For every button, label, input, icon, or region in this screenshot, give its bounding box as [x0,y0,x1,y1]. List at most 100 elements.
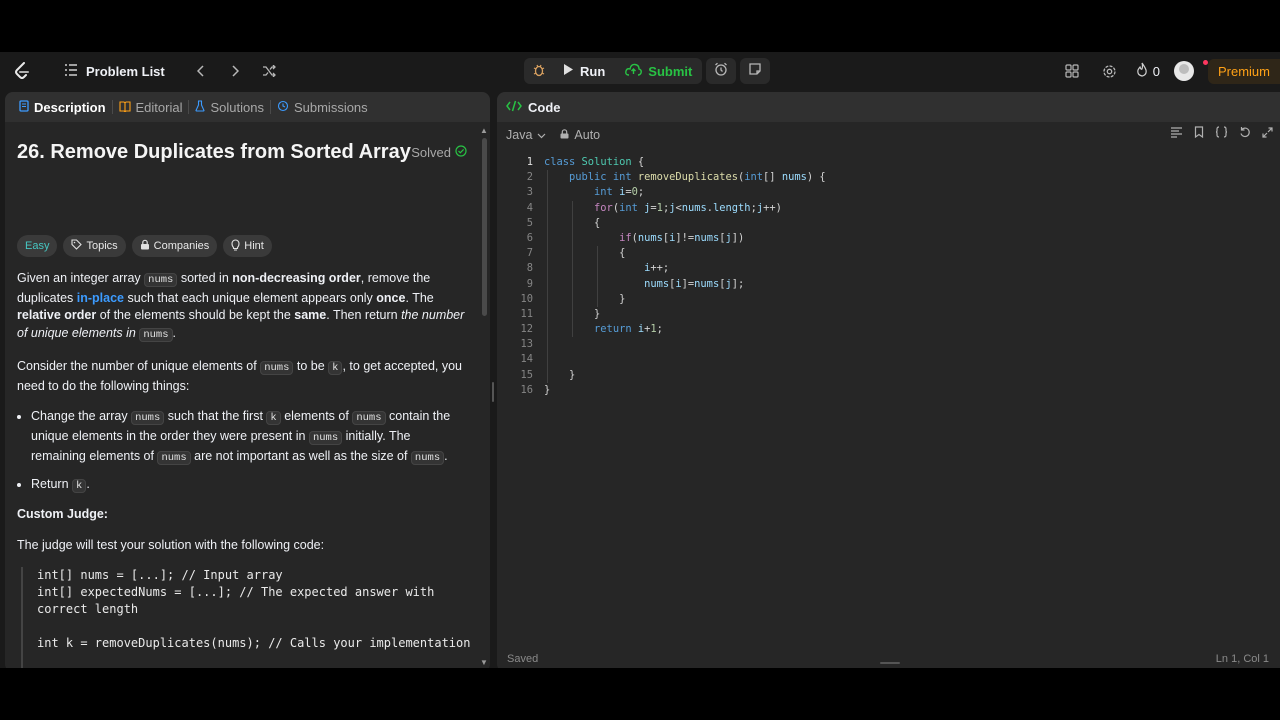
code-text: } [544,368,576,381]
flame-icon [1136,62,1148,80]
streak-count: 0 [1152,63,1160,79]
tab-editorial[interactable]: Editorial [113,100,189,115]
topics-tag[interactable]: Topics [63,235,126,257]
code-text: for(int j=1;j<nums.length;j++) [594,201,782,214]
tab-solutions-label: Solutions [210,99,264,115]
difficulty-badge: Easy [17,235,58,257]
description-content: 26. Remove Duplicates from Sorted Array … [5,122,479,668]
topics-label: Topics [86,240,118,252]
list-icon [64,63,78,79]
code-line: 10 } [497,292,1280,307]
line-number: 3 [526,186,533,199]
run-button[interactable]: Run [552,58,615,84]
solved-status: Solved [411,145,467,160]
code-text: if(nums[i]!=nums[j]) [619,231,745,244]
run-submit-group: Run Submit [524,58,703,84]
language-label: Java [506,128,533,142]
user-avatar[interactable] [1173,61,1194,81]
code-text: int i=0; [594,186,645,199]
reset-undo-icon[interactable] [1239,125,1251,143]
prev-problem-icon[interactable] [189,59,213,83]
requirements-list: Change the array nums such that the firs… [31,408,467,496]
debug-button[interactable] [524,58,552,84]
tab-description[interactable]: Description [13,100,112,115]
problem-title: 26. Remove Duplicates from Sorted Array [17,141,411,163]
judge-intro: The judge will test your solution with t… [17,537,325,552]
scroll-up-arrow-icon[interactable]: ▲ [480,126,488,135]
line-number: 10 [520,292,533,305]
scroll-down-arrow-icon[interactable]: ▼ [480,658,488,667]
console-resize-handle[interactable] [880,662,900,664]
code-line: 12 return i+1; [497,322,1280,337]
editor-actions [1170,125,1273,143]
streak-counter[interactable]: 0 [1136,62,1160,80]
line-number: 13 [520,338,533,351]
statement-paragraph: Given an integer array nums sorted in no… [17,271,465,343]
code-line: 9 nums[i]=nums[j]; [497,277,1280,292]
description-tabbar: Description Editorial Solutions Submissi… [5,92,490,122]
code-text: public int removeDuplicates(int[] nums) … [569,171,826,184]
indent-guide [572,200,574,338]
indent-guide [597,246,599,307]
line-number: 6 [526,231,533,244]
code-editor[interactable]: 1 class Solution {2 public int removeDupl… [497,155,1280,635]
hint-tag[interactable]: Hint [223,235,272,257]
problem-list-label: Problem List [86,63,165,79]
lock-icon [140,239,150,253]
auto-mode-toggle[interactable]: Auto [560,128,600,142]
line-number: 5 [526,216,533,229]
code-panel: Code Java Auto 1 class Solution {2 public… [497,92,1280,668]
timer-button[interactable] [706,58,737,84]
description-scrollbar[interactable] [482,138,487,316]
code-tab-label[interactable]: Code [528,100,561,115]
submit-button[interactable]: Submit [615,58,702,84]
tag-row: Easy Topics Companies Hint [17,235,272,257]
expand-icon[interactable] [1262,125,1273,143]
editor-status-bar: Saved Ln 1, Col 1 [497,646,1280,668]
next-problem-icon[interactable] [223,59,247,83]
line-number: 14 [520,353,533,366]
code-line: 13 [497,337,1280,352]
line-number: 15 [520,368,533,381]
language-select[interactable]: Java [506,128,546,142]
companies-tag[interactable]: Companies [131,235,218,257]
run-label: Run [580,63,606,79]
document-icon [19,99,29,115]
curly-braces-icon[interactable] [1215,125,1228,143]
tag-icon [71,239,83,253]
line-number: 8 [526,262,533,275]
settings-gear-icon[interactable] [1098,59,1122,83]
tab-solutions[interactable]: Solutions [189,100,269,115]
bookmark-icon[interactable] [1194,125,1204,143]
solved-label: Solved [411,145,451,160]
line-number: 1 [526,156,533,168]
code-line: 1 class Solution { [497,155,1280,170]
code-line: 11 } [497,307,1280,322]
line-number: 2 [526,171,533,184]
hint-label: Hint [244,240,264,252]
note-icon [748,62,762,81]
tab-submissions[interactable]: Submissions [271,100,374,115]
tab-description-label: Description [34,99,106,115]
shuffle-icon[interactable] [257,59,281,83]
premium-button[interactable]: Premium [1207,58,1280,84]
panel-resize-handle[interactable] [492,382,494,402]
leetcode-logo-icon[interactable] [12,60,32,82]
layout-grid-icon[interactable] [1060,59,1084,83]
line-number: 12 [520,323,533,336]
notes-button[interactable] [740,58,771,84]
code-line: 8 i++; [497,261,1280,276]
code-brackets-icon [506,100,522,115]
problem-list-button[interactable]: Problem List [64,64,165,79]
companies-label: Companies [153,240,210,252]
code-text: } [544,292,626,305]
alarm-clock-icon [714,62,728,81]
code-line: 2 public int removeDuplicates(int[] nums… [497,170,1280,185]
code-text: i++; [644,262,670,275]
title-row: 26. Remove Duplicates from Sorted Array … [17,141,467,164]
format-lines-icon[interactable] [1170,125,1183,143]
history-icon [277,100,289,115]
code-line: 16} [497,383,1280,398]
line-number: 7 [526,247,533,260]
custom-judge-heading: Custom Judge: [17,507,108,522]
